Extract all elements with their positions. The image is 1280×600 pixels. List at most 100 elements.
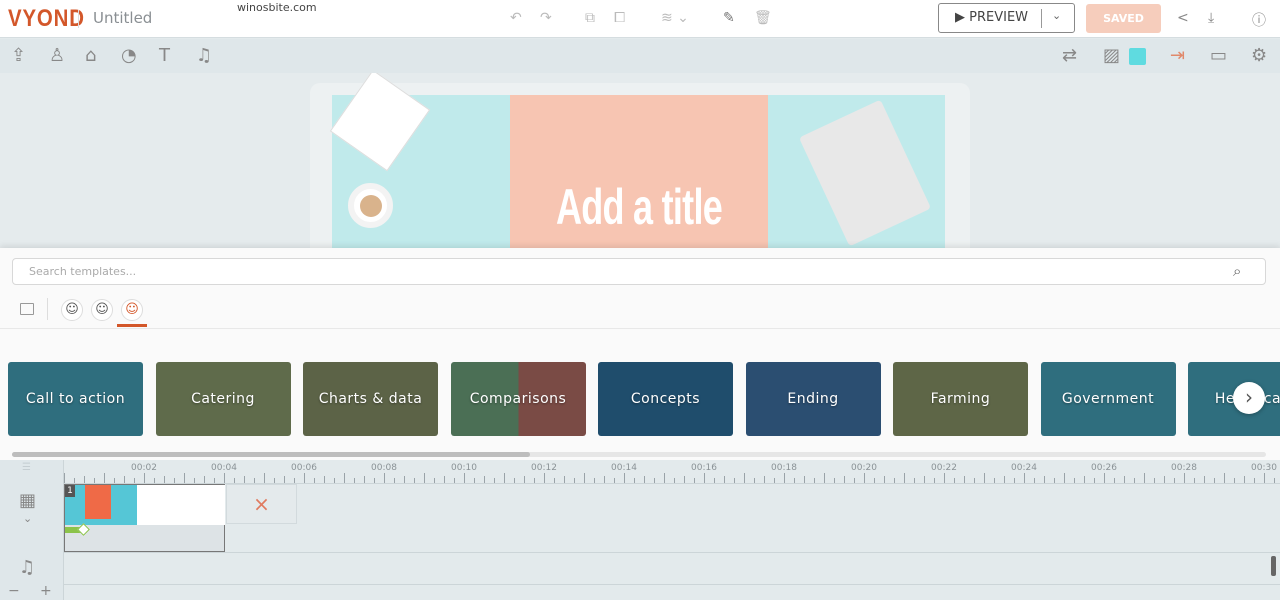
copy-icon[interactable]: ⧉ xyxy=(585,10,595,26)
next-arrow-icon[interactable]: › xyxy=(1233,382,1265,414)
background-color-swatch[interactable] xyxy=(1129,48,1146,65)
ruler-tick xyxy=(394,478,395,483)
ruler-tick xyxy=(864,473,865,483)
ruler-tick xyxy=(84,476,85,483)
template-category-card[interactable]: Government xyxy=(1040,362,1176,436)
ruler-tick xyxy=(484,476,485,483)
coffee-cup-prop[interactable] xyxy=(348,183,393,228)
ruler-tick xyxy=(1144,473,1145,483)
ruler-tick xyxy=(204,476,205,483)
ruler-tick xyxy=(834,478,835,483)
ruler-tick xyxy=(624,473,625,483)
ruler-tick xyxy=(474,478,475,483)
ruler-tick xyxy=(614,478,615,483)
film-icon[interactable]: ▦ xyxy=(19,490,36,511)
ruler-label: 00:06 xyxy=(291,463,317,473)
ruler-label: 00:26 xyxy=(1091,463,1117,473)
chart-icon[interactable]: ◔ xyxy=(121,45,137,66)
scene-thumbnail[interactable]: 1 xyxy=(64,484,225,552)
ruler-tick xyxy=(934,478,935,483)
timeline: ☰ ▦ ⌄ ♫ − + 00:02 00:04 00:06 00:08 00:10 00:… xyxy=(0,460,1280,600)
enter-icon[interactable]: ⇥ xyxy=(1170,45,1185,66)
ruler-tick xyxy=(1094,478,1095,483)
ruler-tick xyxy=(454,478,455,483)
add-scene-button[interactable]: × xyxy=(226,484,297,524)
scene-title-text[interactable]: Add a title xyxy=(546,178,732,236)
ruler-tick xyxy=(104,473,105,483)
share-icon[interactable]: < xyxy=(1177,10,1189,26)
saved-button[interactable]: SAVED xyxy=(1086,4,1161,33)
ruler-tick xyxy=(1264,473,1265,483)
ruler-tick xyxy=(724,476,725,483)
chevron-down-icon[interactable]: ⌄ xyxy=(23,512,32,525)
music-icon[interactable]: ♫ xyxy=(19,557,35,578)
template-category-card[interactable]: Concepts xyxy=(598,362,733,436)
scrollbar-thumb[interactable] xyxy=(12,452,530,457)
help-icon[interactable]: ⓘ xyxy=(1252,10,1266,30)
stage-canvas[interactable]: Add a title xyxy=(0,73,1280,248)
template-category-card[interactable]: Catering xyxy=(155,362,291,436)
asset-toolbar: ⇪ ♙ ⌂ ◔ T ♫ ⇄ ▨ ⇥ ▭ ⚙ xyxy=(0,39,1280,73)
ruler-tick xyxy=(254,478,255,483)
brush-icon[interactable]: ✎ xyxy=(723,10,735,26)
ruler-label: 00:08 xyxy=(371,463,397,473)
ruler-label: 00:10 xyxy=(451,463,477,473)
swap-icon[interactable]: ⇄ xyxy=(1062,45,1077,66)
props-icon[interactable]: ⌂ xyxy=(85,45,96,66)
ruler-tick xyxy=(464,473,465,483)
zoom-out-button[interactable]: − xyxy=(8,583,20,599)
undo-icon[interactable]: ↶ xyxy=(510,10,522,26)
ruler-tick xyxy=(404,476,405,483)
ruler-tick xyxy=(74,478,75,483)
template-category-card[interactable]: Call to action xyxy=(8,362,143,436)
paste-icon[interactable]: ⧠ xyxy=(614,10,625,26)
layers-icon[interactable]: ≋ ⌄ xyxy=(661,10,689,26)
duration-handle[interactable] xyxy=(77,523,90,536)
drag-handle-icon[interactable]: ☰ xyxy=(22,462,31,473)
ruler-tick xyxy=(384,473,385,483)
ruler-label: 00:14 xyxy=(611,463,637,473)
background-image-icon[interactable]: ▨ xyxy=(1103,45,1120,66)
ruler-tick xyxy=(1194,478,1195,483)
ruler-tick xyxy=(1134,478,1135,483)
chevron-down-icon[interactable]: ⌄ xyxy=(1052,9,1061,22)
template-category-label: Concepts xyxy=(630,391,701,407)
ruler-label: 00:04 xyxy=(211,463,237,473)
ruler-label: 00:12 xyxy=(531,463,557,473)
character-icon[interactable]: ♙ xyxy=(49,45,65,66)
text-icon[interactable]: T xyxy=(159,45,170,66)
ruler-tick xyxy=(284,476,285,483)
ruler-tick xyxy=(154,478,155,483)
music-icon[interactable]: ♫ xyxy=(196,45,212,66)
time-ruler[interactable]: 00:02 00:04 00:06 00:08 00:10 00:12 00:14 00:16… xyxy=(64,460,1280,484)
zoom-in-button[interactable]: + xyxy=(40,583,52,599)
settings-icon[interactable]: ⚙ xyxy=(1251,45,1267,66)
ruler-tick xyxy=(414,478,415,483)
vertical-scrollbar[interactable] xyxy=(1271,556,1276,576)
template-category-label: Charts & data xyxy=(318,391,423,407)
template-category-card[interactable]: Charts & data xyxy=(303,362,438,436)
template-category-card[interactable]: Ending xyxy=(745,362,881,436)
trash-icon[interactable]: 🗑 xyxy=(754,10,772,26)
ruler-tick xyxy=(694,478,695,483)
ruler-tick xyxy=(914,478,915,483)
ruler-tick xyxy=(184,473,185,483)
camera-icon[interactable]: ▭ xyxy=(1210,45,1227,66)
template-category-card[interactable]: Farming xyxy=(893,362,1028,436)
template-category-card[interactable]: Comparisons xyxy=(450,362,586,436)
ruler-tick xyxy=(344,473,345,483)
ruler-tick xyxy=(824,473,825,483)
upload-icon[interactable]: ⇪ xyxy=(11,45,26,66)
ruler-label: 00:16 xyxy=(691,463,717,473)
ruler-tick xyxy=(684,476,685,483)
ruler-tick xyxy=(144,473,145,483)
project-title[interactable]: Untitled xyxy=(93,9,152,27)
ruler-tick xyxy=(744,473,745,483)
download-icon[interactable]: ⤓ xyxy=(1208,10,1214,26)
ruler-tick xyxy=(1064,473,1065,483)
ruler-label: 00:02 xyxy=(131,463,157,473)
preview-button[interactable]: ▶ PREVIEW ⌄ xyxy=(938,3,1075,33)
ruler-tick xyxy=(544,473,545,483)
redo-icon[interactable]: ↷ xyxy=(540,10,552,26)
vyond-logo[interactable]: VYOND xyxy=(8,5,85,33)
